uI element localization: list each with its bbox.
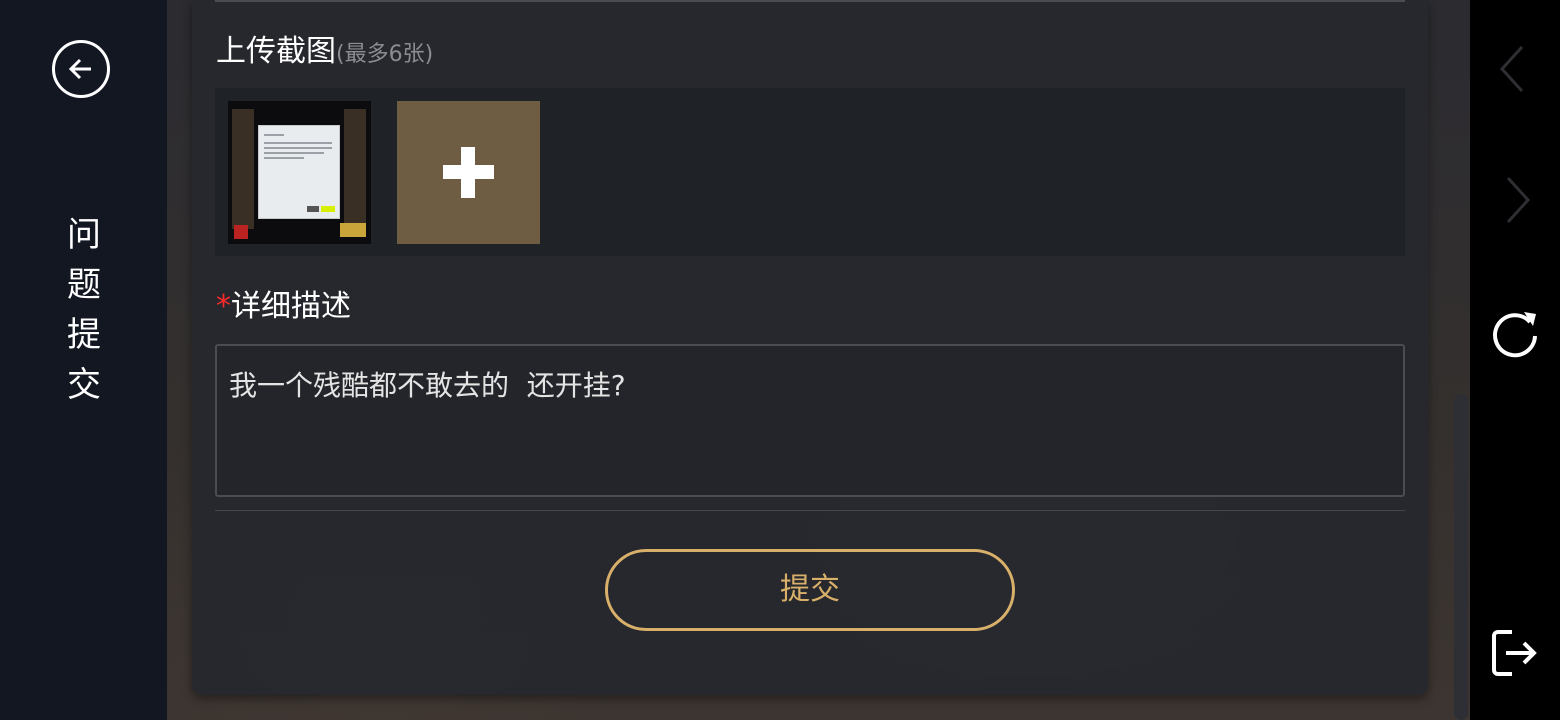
scrollbar[interactable] — [1454, 394, 1468, 720]
exit-icon[interactable] — [1490, 628, 1540, 678]
app-root: 问 题 提 交 上传截图(最多6张) *详细描述 我一个残酷都不敢去的 还开挂?… — [0, 0, 1560, 720]
page-title: 问 题 提 交 — [58, 210, 110, 410]
thumbnail-scenery — [344, 109, 366, 229]
divider — [215, 510, 1405, 511]
thumbnail-cancel — [307, 206, 319, 212]
description-section-title: *详细描述 — [216, 281, 351, 325]
refresh-icon[interactable] — [1490, 308, 1540, 360]
page-title-char: 提 — [67, 315, 101, 355]
description-title-text: 详细描述 — [231, 289, 351, 324]
back-button[interactable] — [52, 40, 110, 98]
screenshot-upload-area — [215, 88, 1405, 256]
thumbnail-logo — [234, 225, 248, 239]
upload-section-title: 上传截图(最多6张) — [216, 26, 433, 70]
page-title-char: 问 — [67, 215, 101, 255]
thumbnail-badge — [340, 223, 366, 237]
page-title-char: 交 — [67, 365, 101, 405]
plus-icon — [461, 147, 475, 198]
text-line — [264, 152, 324, 154]
text-line — [264, 147, 332, 149]
submit-button[interactable]: 提交 — [605, 549, 1015, 631]
description-textarea[interactable]: 我一个残酷都不敢去的 还开挂? — [215, 344, 1405, 497]
divider — [215, 0, 1405, 2]
upload-limit-hint: (最多6张) — [336, 42, 434, 67]
required-mark: * — [216, 289, 231, 324]
thumbnail-confirm — [321, 206, 335, 212]
description-text: 我一个残酷都不敢去的 还开挂? — [229, 369, 626, 402]
system-nav-bar — [1470, 0, 1560, 720]
chevron-right-icon[interactable] — [1502, 175, 1532, 225]
add-screenshot-button[interactable] — [397, 101, 540, 244]
arrow-left-icon — [68, 58, 91, 80]
page-title-char: 题 — [67, 265, 101, 305]
sidebar: 问 题 提 交 — [0, 0, 167, 720]
text-line — [264, 157, 304, 159]
text-line — [264, 142, 332, 144]
screenshot-thumbnail[interactable] — [228, 101, 371, 244]
thumbnail-scenery — [232, 109, 254, 229]
upload-title-text: 上传截图 — [216, 34, 336, 69]
chevron-left-icon[interactable] — [1498, 44, 1528, 94]
thumbnail-dialog — [258, 125, 340, 219]
text-line — [264, 134, 284, 136]
